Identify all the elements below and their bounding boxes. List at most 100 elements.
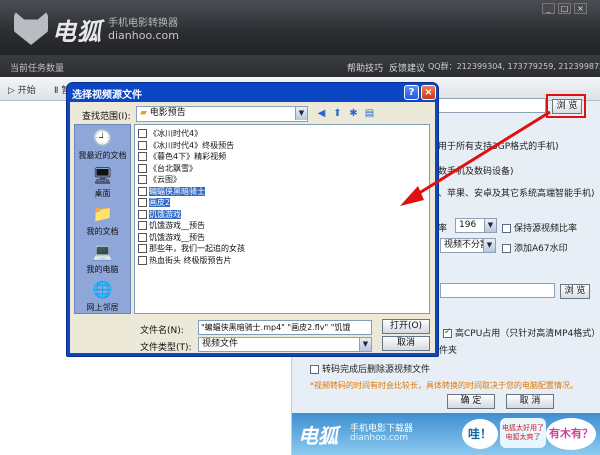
- file-name: 《台北飘雪》: [149, 163, 197, 173]
- banner-praise-2: 电狐太爽了: [505, 433, 541, 441]
- logo-subtitle: 手机电影转换器: [108, 18, 178, 29]
- file-list-item[interactable]: 《云图》: [138, 174, 181, 185]
- place-recent-label: 我最近的文档: [78, 151, 127, 160]
- new-folder-icon[interactable]: ✱: [346, 106, 361, 121]
- video-file-icon: [138, 232, 147, 242]
- file-name: 饥饿游戏: [149, 209, 181, 219]
- format-device-text: 数手机及数码设备): [438, 167, 514, 177]
- bitrate-select[interactable]: 196 ▼: [455, 218, 497, 233]
- file-list-item[interactable]: 饥饿游戏__预告: [138, 232, 205, 243]
- file-list-item[interactable]: 饥饿游戏__预告: [138, 220, 205, 231]
- lookin-select[interactable]: ▰ 电影预告 ▼: [136, 106, 308, 122]
- cancel-dialog-button[interactable]: 取消: [382, 336, 430, 351]
- video-file-icon: [138, 255, 147, 265]
- file-name: 那些年，我们一起追的女孩: [149, 244, 245, 253]
- banner-url: dianhoo.com: [350, 433, 409, 443]
- source-path-input[interactable]: [438, 98, 546, 113]
- file-list-item[interactable]: 画皮2: [138, 197, 171, 208]
- video-file-icon: [138, 186, 147, 196]
- place-computer[interactable]: 💻 我的电脑: [74, 242, 131, 275]
- delete-source-checkbox[interactable]: [310, 365, 319, 374]
- file-list-item[interactable]: 饥饿游戏: [138, 209, 181, 220]
- filename-label: 文件名(N):: [140, 326, 184, 336]
- video-file-icon: [138, 221, 147, 230]
- cancel-panel-button[interactable]: 取 消: [506, 394, 554, 409]
- place-documents[interactable]: 📁 我的文档: [74, 204, 131, 237]
- chevron-down-icon: ▼: [484, 219, 496, 232]
- watermark-checkbox[interactable]: [502, 244, 511, 253]
- file-name: 《冰川时代4》终极预告: [149, 140, 235, 150]
- file-list-item[interactable]: 热血街头 终极版预告片: [138, 255, 232, 266]
- desktop-icon: 🖥: [92, 166, 113, 185]
- open-button[interactable]: 打开(O): [382, 319, 430, 334]
- keep-ratio-checkbox[interactable]: [502, 224, 511, 233]
- network-icon: 🌐: [92, 280, 113, 299]
- up-folder-icon[interactable]: ⬆: [330, 106, 345, 121]
- dialog-title: 选择视频源文件: [72, 90, 142, 101]
- video-file-icon: [138, 209, 147, 219]
- recent-docs-icon: 🕘: [92, 128, 113, 147]
- watermark-option[interactable]: 添加A67水印: [502, 241, 568, 254]
- keep-ratio-option[interactable]: 保持源视频比率: [502, 221, 577, 234]
- place-computer-label: 我的电脑: [86, 265, 119, 274]
- dialog-help-button[interactable]: ?: [404, 85, 419, 100]
- keep-ratio-label: 保持源视频比率: [514, 224, 578, 234]
- file-list-item[interactable]: 《台北飘雪》: [138, 163, 197, 174]
- dialog-close-button[interactable]: ×: [421, 85, 436, 100]
- place-network-label: 网上邻居: [86, 303, 119, 312]
- place-network[interactable]: 🌐 网上邻居: [74, 280, 131, 313]
- file-name: 《冰川时代4》: [149, 129, 203, 138]
- chevron-down-icon: ▼: [295, 107, 307, 120]
- lookin-label: 查找范围(I):: [82, 112, 131, 122]
- video-file-icon: [138, 129, 147, 138]
- start-button[interactable]: ▷ 开始: [8, 83, 36, 96]
- filename-input[interactable]: "蝙蝠侠黑暗骑士.mp4" "画皮2.flv" "饥饿: [198, 320, 372, 335]
- high-cpu-checkbox[interactable]: [443, 327, 452, 338]
- file-list-item[interactable]: 那些年，我们一起追的女孩: [138, 243, 245, 254]
- place-desktop[interactable]: 🖥 桌面: [74, 166, 131, 199]
- file-name: 饥饿游戏__预告: [149, 232, 205, 242]
- format-smartphone-text: 、苹果、安卓及其它系统高端智能手机): [438, 189, 595, 199]
- filetype-value: 视频文件: [202, 339, 239, 349]
- file-list-item[interactable]: 《暮色4下》精彩视频: [138, 151, 226, 162]
- high-cpu-option[interactable]: 高CPU占用（只针对高清MP4格式）: [443, 326, 600, 339]
- video-file-icon: [138, 163, 147, 173]
- browse-output-button[interactable]: 浏 览: [560, 284, 590, 299]
- place-recent[interactable]: 🕘 我最近的文档: [74, 128, 131, 161]
- file-name: 《云图》: [149, 175, 181, 184]
- documents-icon: 📁: [92, 204, 113, 223]
- view-menu-icon[interactable]: ▤: [362, 106, 377, 121]
- help-link[interactable]: 帮助技巧: [347, 61, 383, 74]
- minimize-button[interactable]: _: [542, 3, 555, 14]
- ok-button[interactable]: 确 定: [447, 394, 495, 409]
- maximize-button[interactable]: □: [558, 3, 571, 14]
- place-documents-label: 我的文档: [86, 227, 119, 236]
- feedback-link[interactable]: 反馈建议: [389, 61, 425, 74]
- file-name: 画皮2: [149, 198, 171, 207]
- video-file-icon: [138, 140, 147, 150]
- logo-text: 电狐: [52, 17, 102, 46]
- banner-praise-1: 电狐太好用了: [502, 424, 544, 432]
- chevron-down-icon: ▼: [359, 338, 371, 351]
- delete-source-label: 转码完成后删除源视频文件: [322, 365, 431, 375]
- qq-group-info: QQ群：212399304, 173779259, 212399872: [428, 62, 600, 71]
- file-list-item[interactable]: 《冰川时代4》: [138, 128, 202, 139]
- banner-bubble-wow: 哇！: [462, 419, 498, 449]
- back-icon[interactable]: ◀: [314, 106, 329, 121]
- file-list-item[interactable]: 《冰川时代4》终极预告: [138, 140, 234, 151]
- bitrate-label: 率: [438, 224, 448, 234]
- file-list-item[interactable]: 蝙蝠侠黑暗骑士: [138, 186, 205, 197]
- video-file-icon: [138, 244, 147, 253]
- banner-bubble-question: 有木有？: [546, 418, 596, 450]
- place-desktop-label: 桌面: [94, 189, 111, 198]
- file-name: 蝙蝠侠黑暗骑士: [149, 186, 205, 196]
- output-path-input[interactable]: [440, 283, 555, 298]
- file-name: 《暮色4下》精彩视频: [149, 152, 227, 161]
- close-button[interactable]: ×: [574, 3, 587, 14]
- delete-source-option[interactable]: 转码完成后删除源视频文件: [310, 362, 430, 375]
- video-file-icon: [138, 175, 147, 184]
- split-select[interactable]: 视频不分割 ▼: [440, 238, 496, 253]
- lookin-value: 电影预告: [149, 108, 186, 118]
- filetype-select[interactable]: 视频文件 ▼: [198, 337, 372, 352]
- folder-text: 件夹: [439, 346, 458, 356]
